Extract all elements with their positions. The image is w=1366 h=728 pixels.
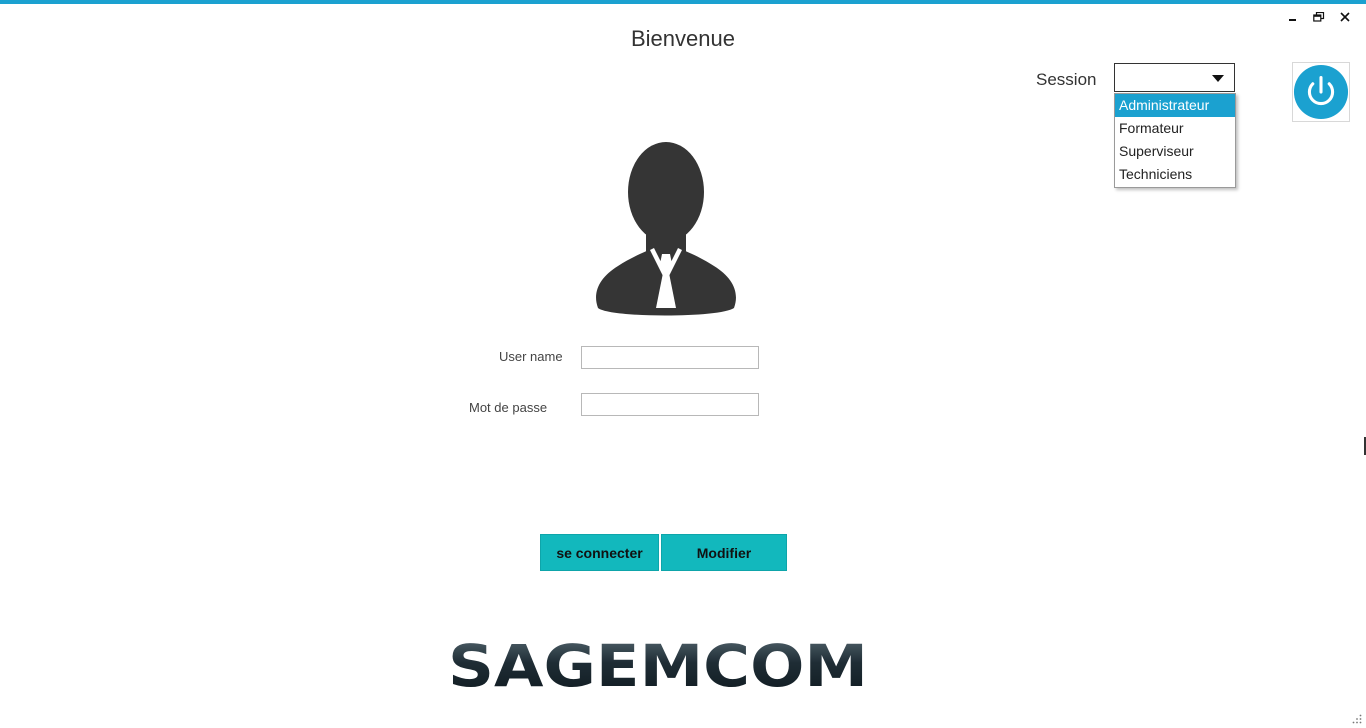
- sagemcom-logo: SAGEMCOM: [448, 636, 868, 692]
- session-option-formateur[interactable]: Formateur: [1115, 117, 1235, 140]
- session-option-superviseur[interactable]: Superviseur: [1115, 140, 1235, 163]
- session-option-administrateur[interactable]: Administrateur: [1115, 94, 1235, 117]
- window-controls: [1282, 8, 1356, 26]
- session-option-techniciens[interactable]: Techniciens: [1115, 163, 1235, 186]
- session-label: Session: [1036, 70, 1097, 89]
- modify-button[interactable]: Modifier: [661, 534, 787, 571]
- restore-icon[interactable]: [1308, 8, 1330, 26]
- minimize-icon[interactable]: [1282, 8, 1304, 26]
- session-dropdown[interactable]: [1114, 63, 1235, 92]
- power-icon: [1293, 64, 1349, 120]
- session-options-list: Administrateur Formateur Superviseur Tec…: [1114, 93, 1236, 188]
- connect-button[interactable]: se connecter: [540, 534, 659, 571]
- username-input[interactable]: [581, 346, 759, 369]
- password-input[interactable]: [581, 393, 759, 416]
- password-label: Mot de passe: [469, 400, 548, 415]
- chevron-down-icon: [1212, 75, 1224, 82]
- close-icon[interactable]: [1334, 8, 1356, 26]
- user-avatar-icon: [596, 142, 736, 316]
- resize-grip-icon[interactable]: [1352, 714, 1362, 724]
- login-window: Bienvenue Session Administrateur Formate…: [0, 0, 1366, 728]
- power-button[interactable]: [1292, 62, 1350, 122]
- svg-text:SAGEMCOM: SAGEMCOM: [448, 636, 868, 692]
- page-title: Bienvenue: [631, 26, 735, 51]
- username-label: User name: [499, 349, 563, 364]
